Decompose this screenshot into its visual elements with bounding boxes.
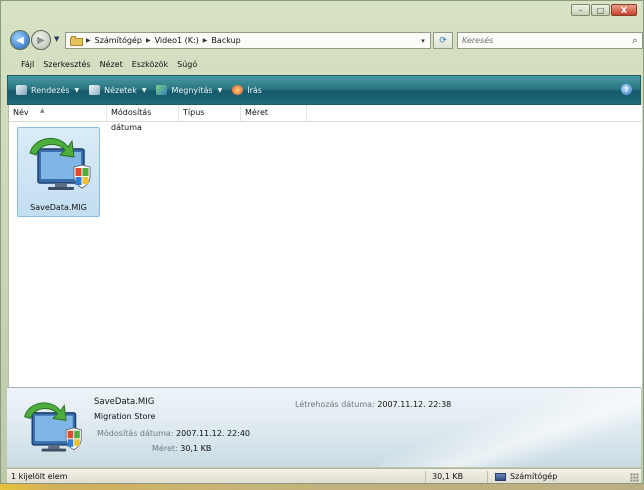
address-bar[interactable]: ▶ Számítógép ▶ Video1 (K:) ▶ Backup ▾	[65, 32, 431, 49]
details-file-name: SaveData.MIG	[94, 397, 155, 407]
back-button[interactable]: ◀	[10, 30, 30, 50]
menu-help[interactable]: Súgó	[177, 60, 197, 69]
organize-icon	[16, 85, 27, 95]
forward-button[interactable]: ▶	[31, 30, 51, 50]
views-icon	[89, 85, 101, 95]
file-list-pane[interactable]: Név ▲ Módosítás dátuma Típus Méret SaveD…	[8, 105, 642, 388]
details-created: Létrehozás dátuma: 2007.11.12. 22:38	[295, 400, 451, 409]
column-modified[interactable]: Módosítás dátuma	[107, 105, 179, 132]
details-size: Méret: 30,1 KB	[152, 444, 211, 453]
status-selection-count: 1 kijelölt elem	[11, 472, 68, 481]
chevron-down-icon: ▼	[217, 86, 223, 94]
explorer-window: – □ X ◀ ▶ ▼ ▶ Számítógép ▶ Video1 (K:) ▶…	[0, 0, 644, 484]
burn-button[interactable]: Írás	[232, 85, 262, 95]
status-size: 30,1 KB	[432, 472, 464, 481]
sort-up-icon: ▲	[40, 107, 45, 114]
status-location-label: Számítógép	[510, 472, 558, 481]
status-bar: 1 kijelölt elem 30,1 KB Számítógép	[7, 468, 641, 483]
views-button[interactable]: Nézetek ▼	[89, 85, 146, 95]
chevron-right-icon[interactable]: ▶	[203, 37, 208, 44]
menu-bar: Fájl Szerkesztés Nézet Eszközök Súgó	[7, 56, 641, 72]
details-modified-label: Módosítás dátuma:	[97, 429, 174, 438]
details-modified-value: 2007.11.12. 22:40	[176, 429, 250, 438]
close-button[interactable]: X	[611, 4, 637, 16]
column-size[interactable]: Méret	[241, 105, 307, 121]
migration-store-icon	[29, 138, 91, 190]
breadcrumb-computer[interactable]: Számítógép	[95, 36, 142, 45]
magnifier-icon[interactable]: ⌕	[628, 36, 642, 46]
open-button[interactable]: Megnyitás ▼	[156, 85, 222, 95]
menu-edit[interactable]: Szerkesztés	[43, 60, 90, 69]
computer-icon	[495, 472, 506, 481]
details-pane: SaveData.MIG Migration Store Módosítás d…	[7, 387, 641, 467]
organize-label: Rendezés	[31, 85, 70, 95]
page-edge-decoration	[0, 484, 644, 490]
details-size-label: Méret:	[152, 444, 178, 453]
chevron-down-icon: ▼	[74, 86, 80, 94]
chevron-down-icon: ▼	[141, 86, 147, 94]
search-input[interactable]	[458, 33, 628, 48]
search-box[interactable]: ⌕	[457, 32, 643, 49]
status-divider	[487, 471, 488, 483]
column-headers: Név ▲ Módosítás dátuma Típus Méret	[9, 105, 642, 132]
minimize-button[interactable]: –	[571, 4, 590, 16]
folder-icon	[70, 35, 83, 46]
organize-button[interactable]: Rendezés ▼	[16, 85, 79, 95]
status-divider	[425, 471, 426, 483]
navigation-row: ◀ ▶ ▼ ▶ Számítógép ▶ Video1 (K:) ▶ Backu…	[7, 28, 643, 52]
column-type[interactable]: Típus	[179, 105, 241, 121]
recent-pages-dropdown[interactable]: ▼	[54, 35, 59, 43]
chevron-right-icon[interactable]: ▶	[146, 37, 151, 44]
details-modified: Módosítás dátuma: 2007.11.12. 22:40	[97, 429, 250, 438]
burn-disc-icon	[232, 85, 244, 95]
address-dropdown-button[interactable]: ▾	[416, 33, 430, 48]
column-name[interactable]: Név ▲	[9, 105, 107, 121]
details-file-type: Migration Store	[94, 412, 156, 421]
menu-view[interactable]: Nézet	[100, 60, 123, 69]
resize-grip[interactable]	[630, 473, 639, 482]
breadcrumb-folder[interactable]: Backup	[211, 36, 240, 45]
details-created-label: Létrehozás dátuma:	[295, 400, 375, 409]
migration-store-icon	[24, 402, 82, 452]
caption-buttons: – □ X	[571, 4, 637, 16]
refresh-button[interactable]: ⟳	[433, 32, 453, 49]
file-item[interactable]: SaveData.MIG	[17, 127, 100, 217]
breadcrumb-drive[interactable]: Video1 (K:)	[155, 36, 199, 45]
column-name-label: Név	[13, 108, 29, 117]
file-name: SaveData.MIG	[30, 203, 87, 212]
open-label: Megnyitás	[171, 85, 213, 95]
menu-tools[interactable]: Eszközök	[132, 60, 168, 69]
help-icon[interactable]: ?	[621, 84, 632, 95]
status-location: Számítógép	[495, 472, 557, 481]
command-bar: Rendezés ▼ Nézetek ▼ Megnyitás ▼ Írás ?	[7, 75, 641, 105]
maximize-button[interactable]: □	[591, 4, 610, 16]
chevron-right-icon[interactable]: ▶	[86, 37, 91, 44]
burn-label: Írás	[247, 85, 262, 95]
menu-file[interactable]: Fájl	[21, 60, 34, 69]
details-size-value: 30,1 KB	[180, 444, 212, 453]
details-created-value: 2007.11.12. 22:38	[377, 400, 452, 409]
views-label: Nézetek	[104, 85, 137, 95]
migration-open-icon	[156, 85, 168, 95]
